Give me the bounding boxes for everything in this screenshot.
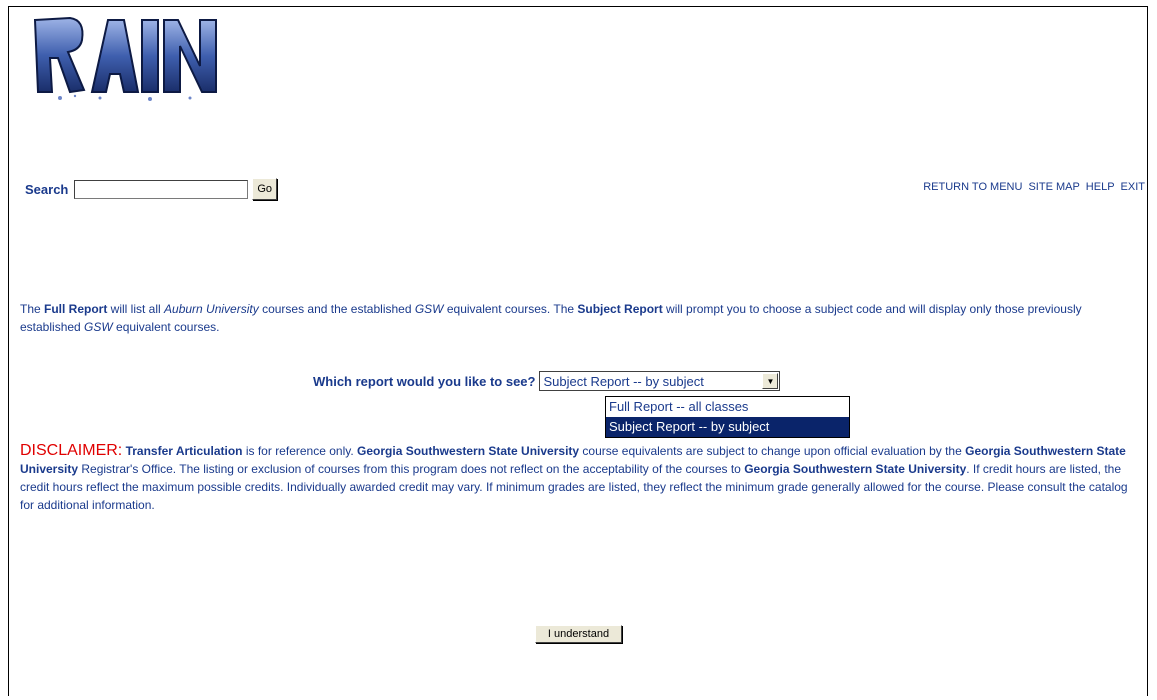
disclaimer-text: is for reference only.	[242, 444, 358, 458]
intro-text: The	[20, 302, 45, 316]
intro-text: equivalent courses.	[112, 320, 220, 334]
report-select[interactable]: Subject Report -- by subject ▼	[539, 371, 781, 391]
top-nav: RETURN TO MENU SITE MAP HELP EXIT	[923, 181, 1145, 193]
disclaimer-bold: Transfer Articulation	[125, 444, 243, 458]
page-frame	[8, 6, 1148, 696]
intro-text: will list all	[107, 302, 165, 316]
report-chooser: Which report would you like to see? Subj…	[313, 371, 781, 391]
report-select-value: Subject Report -- by subject	[543, 373, 704, 389]
exit-link[interactable]: EXIT	[1121, 181, 1145, 193]
search-label: Search	[25, 181, 69, 197]
chevron-down-icon[interactable]: ▼	[762, 373, 779, 389]
disclaimer-heading: DISCLAIMER:	[20, 442, 123, 459]
institution-name: Auburn University	[164, 302, 259, 316]
rain-logo	[30, 12, 230, 102]
return-to-menu-link[interactable]: RETURN TO MENU	[923, 181, 1022, 193]
subject-report-term: Subject Report	[577, 302, 663, 316]
go-button[interactable]: Go	[252, 178, 278, 200]
full-report-term: Full Report	[44, 302, 108, 316]
gsw-abbrev: GSW	[84, 320, 113, 334]
intro-text: equivalent courses. The	[443, 302, 578, 316]
gsw-abbrev: GSW	[414, 302, 444, 316]
disclaimer-text: course equivalents are subject to change…	[579, 444, 966, 458]
help-link[interactable]: HELP	[1086, 181, 1115, 193]
disclaimer-text: Registrar's Office. The listing or exclu…	[78, 462, 745, 476]
report-description: The Full Report will list all Auburn Uni…	[20, 300, 1140, 336]
report-options-list: Full Report -- all classes Subject Repor…	[605, 396, 850, 438]
search-input[interactable]	[74, 179, 249, 199]
report-question: Which report would you like to see?	[313, 373, 536, 389]
disclaimer-bold: Georgia Southwestern State University	[357, 444, 580, 458]
intro-text: courses and the established	[258, 302, 415, 316]
option-subject-report[interactable]: Subject Report -- by subject	[606, 417, 849, 437]
i-understand-button[interactable]: I understand	[534, 625, 623, 643]
disclaimer: DISCLAIMER: Transfer Articulation is for…	[20, 442, 1140, 514]
disclaimer-bold: Georgia Southwestern State University	[744, 462, 967, 476]
option-full-report[interactable]: Full Report -- all classes	[606, 397, 849, 417]
search-bar: Search Go	[25, 178, 278, 200]
understand-container: I understand	[0, 624, 1157, 643]
site-map-link[interactable]: SITE MAP	[1028, 181, 1079, 193]
